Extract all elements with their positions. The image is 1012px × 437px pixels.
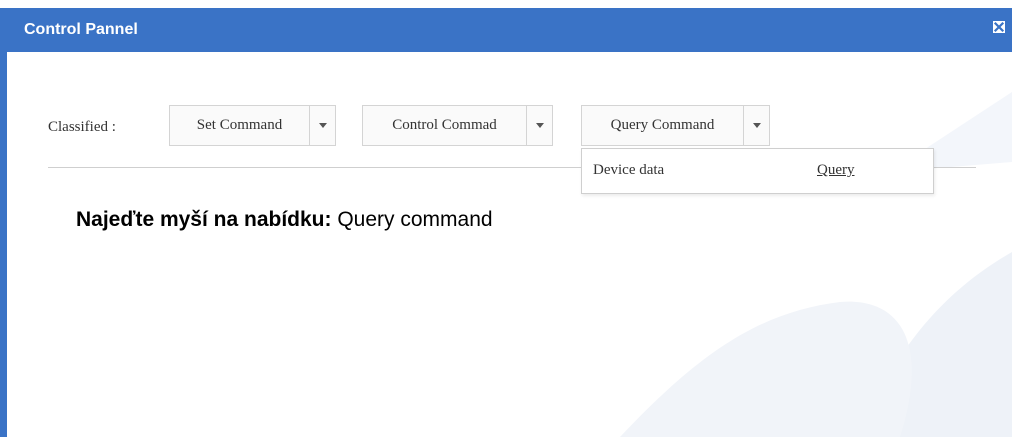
window-title: Control Pannel	[24, 21, 138, 38]
window-left-border	[0, 52, 7, 437]
instruction-text: Najeďte myší na nabídku: Query command	[76, 208, 493, 232]
instruction-bold: Najeďte myší na nabídku:	[76, 208, 332, 231]
query-command-label: Query Command	[610, 117, 715, 133]
query-command-menu: Device data Query	[581, 148, 934, 194]
classified-label: Classified :	[48, 119, 116, 135]
close-icon	[992, 20, 1006, 34]
chevron-down-icon[interactable]	[526, 106, 552, 145]
query-command-dropdown[interactable]: Query Command	[581, 105, 770, 146]
title-bar: Control Pannel	[0, 8, 1012, 52]
menu-item-device-data: Device data	[593, 162, 665, 178]
instruction-rest: Query command	[331, 208, 493, 231]
query-link[interactable]: Query	[817, 162, 855, 179]
control-panel-window: Control Pannel Classified : Set Command …	[0, 0, 1012, 437]
set-command-dropdown[interactable]: Set Command	[169, 105, 336, 146]
control-command-dropdown[interactable]: Control Commad	[362, 105, 553, 146]
chevron-down-icon[interactable]	[743, 106, 769, 145]
control-command-label: Control Commad	[392, 117, 497, 133]
close-button[interactable]	[992, 20, 1006, 34]
chevron-down-icon[interactable]	[309, 106, 335, 145]
set-command-label: Set Command	[196, 117, 283, 133]
